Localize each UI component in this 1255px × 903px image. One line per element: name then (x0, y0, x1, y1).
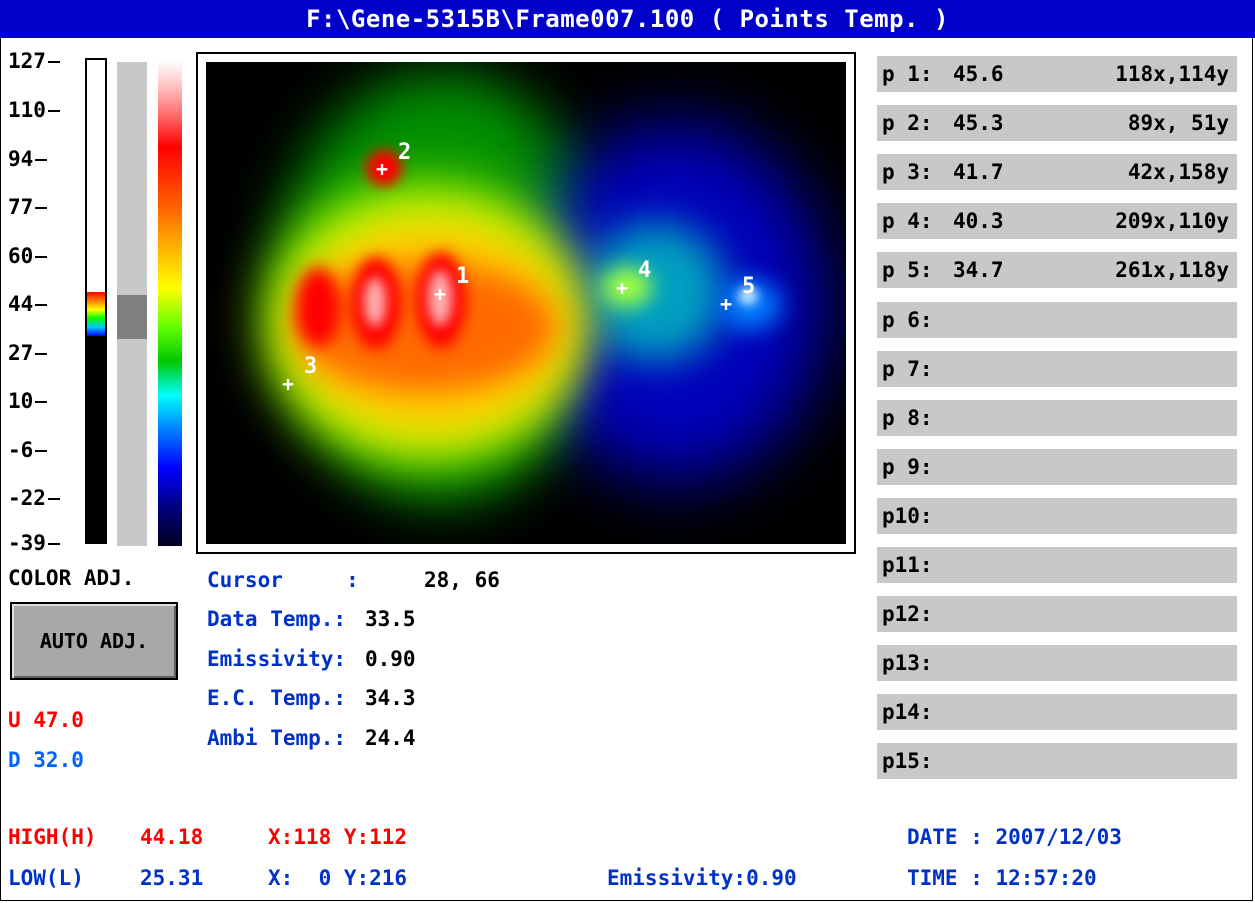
point-row[interactable]: p 4: 40.3 209x,110y (877, 203, 1237, 239)
point-1-crosshair-icon: + (434, 282, 447, 306)
point-label: p 3: (882, 160, 933, 184)
point-temp: 45.6 (953, 62, 1004, 86)
upper-level-value: U 47.0 (8, 708, 84, 732)
point-row[interactable]: p 8: (877, 400, 1237, 436)
point-row[interactable]: p 2: 45.3 89x, 51y (877, 105, 1237, 141)
point-row[interactable]: p15: (877, 743, 1237, 779)
point-temp: 40.3 (953, 209, 1004, 233)
ambi-temp-label: Ambi Temp.: (207, 726, 347, 750)
level-below-range (87, 335, 105, 542)
low-value: 25.31 (140, 866, 204, 890)
data-temp-value: 33.5 (365, 607, 416, 631)
ec-temp-label: E.C. Temp.: (207, 686, 347, 710)
point-row[interactable]: p 5: 34.7 261x,118y (877, 252, 1237, 288)
window-title: F:\Gene-5315B\Frame007.100 ( Points Temp… (0, 0, 1255, 38)
point-label: p 9: (882, 455, 933, 479)
emissivity-value: 0.90 (365, 647, 416, 671)
point-row[interactable]: p13: (877, 645, 1237, 681)
point-3-crosshair-icon: + (282, 372, 295, 396)
point-coord: 118x,114y (1115, 62, 1229, 86)
point-row[interactable]: p 7: (877, 351, 1237, 387)
scale-tick: 77 (8, 196, 47, 218)
high-position: X:118 Y:112 (268, 825, 408, 849)
scale-tick: 127 (8, 50, 60, 72)
high-label: HIGH(H) (8, 825, 97, 849)
point-row[interactable]: p 3: 41.7 42x,158y (877, 154, 1237, 190)
point-row[interactable]: p12: (877, 596, 1237, 632)
point-label: p 1: (882, 62, 933, 86)
scale-tick: 27 (8, 342, 47, 364)
point-coord: 42x,158y (1115, 160, 1229, 184)
point-5-crosshair-icon: + (720, 292, 733, 316)
scale-tick: 94 (8, 148, 47, 170)
time-display: TIME : 12:57:20 (907, 866, 1097, 890)
point-label: p 2: (882, 111, 933, 135)
point-label: p 7: (882, 357, 933, 381)
point-2-crosshair-icon: + (376, 157, 389, 181)
point-row[interactable]: p14: (877, 694, 1237, 730)
point-label: p13: (882, 651, 933, 675)
scale-tick: 44 (8, 293, 47, 315)
data-temp-label: Data Temp.: (207, 607, 347, 631)
scale-tick: -22 (8, 487, 60, 509)
point-row[interactable]: p 6: (877, 302, 1237, 338)
scale-tick: 110 (8, 99, 60, 121)
point-label: p10: (882, 504, 933, 528)
point-marker-label: 5 (742, 274, 756, 299)
point-coord: 209x,110y (1115, 209, 1229, 233)
emissivity-label: Emissivity: (207, 647, 347, 671)
point-row[interactable]: p10: (877, 498, 1237, 534)
high-value: 44.18 (140, 825, 204, 849)
ec-temp-value: 34.3 (365, 686, 416, 710)
color-adj-label: COLOR ADJ. (8, 566, 135, 590)
scale-tick: -6 (8, 439, 47, 461)
point-label: p 8: (882, 406, 933, 430)
low-label: LOW(L) (8, 866, 84, 890)
scale-tick: 60 (8, 245, 47, 267)
point-coord: 89x, 51y (1115, 111, 1229, 135)
color-palette-bar (158, 60, 182, 546)
level-slider-track[interactable] (117, 62, 147, 546)
point-label: p14: (882, 700, 933, 724)
auto-adj-button[interactable]: AUTO ADJ. (10, 602, 178, 680)
point-row[interactable]: p 1: 45.6 118x,114y (877, 56, 1237, 92)
point-marker-label: 2 (398, 140, 412, 165)
point-label: p 5: (882, 258, 933, 282)
point-label: p15: (882, 749, 933, 773)
scale-tick: 10 (8, 390, 47, 412)
point-4-crosshair-icon: + (616, 276, 629, 300)
point-marker-label: 1 (456, 264, 470, 289)
cursor-label: Cursor : (207, 568, 359, 592)
scale-tick: -39 (8, 532, 60, 554)
cursor-value: 28, 66 (424, 568, 500, 592)
point-label: p12: (882, 602, 933, 626)
point-marker-label: 4 (638, 258, 652, 283)
point-label: p 6: (882, 308, 933, 332)
thermal-image-frame: + 1 + 2 + 3 + 4 + 5 (196, 52, 856, 554)
lower-level-value: D 32.0 (8, 748, 84, 772)
point-temp: 41.7 (953, 160, 1004, 184)
level-slider-thumb[interactable] (117, 295, 147, 339)
point-row[interactable]: p11: (877, 547, 1237, 583)
point-temp: 45.3 (953, 111, 1004, 135)
thermal-image[interactable]: + 1 + 2 + 3 + 4 + 5 (206, 62, 846, 544)
level-range-band (87, 292, 105, 336)
level-range-bar[interactable] (85, 58, 107, 544)
low-position: X: 0 Y:216 (268, 866, 408, 890)
footer-emissivity: Emissivity:0.90 (607, 866, 797, 890)
point-coord: 261x,118y (1115, 258, 1229, 282)
point-temp: 34.7 (953, 258, 1004, 282)
point-marker-label: 3 (304, 354, 318, 379)
point-label: p 4: (882, 209, 933, 233)
date-display: DATE : 2007/12/03 (907, 825, 1122, 849)
point-label: p11: (882, 553, 933, 577)
point-row[interactable]: p 9: (877, 449, 1237, 485)
ambi-temp-value: 24.4 (365, 726, 416, 750)
